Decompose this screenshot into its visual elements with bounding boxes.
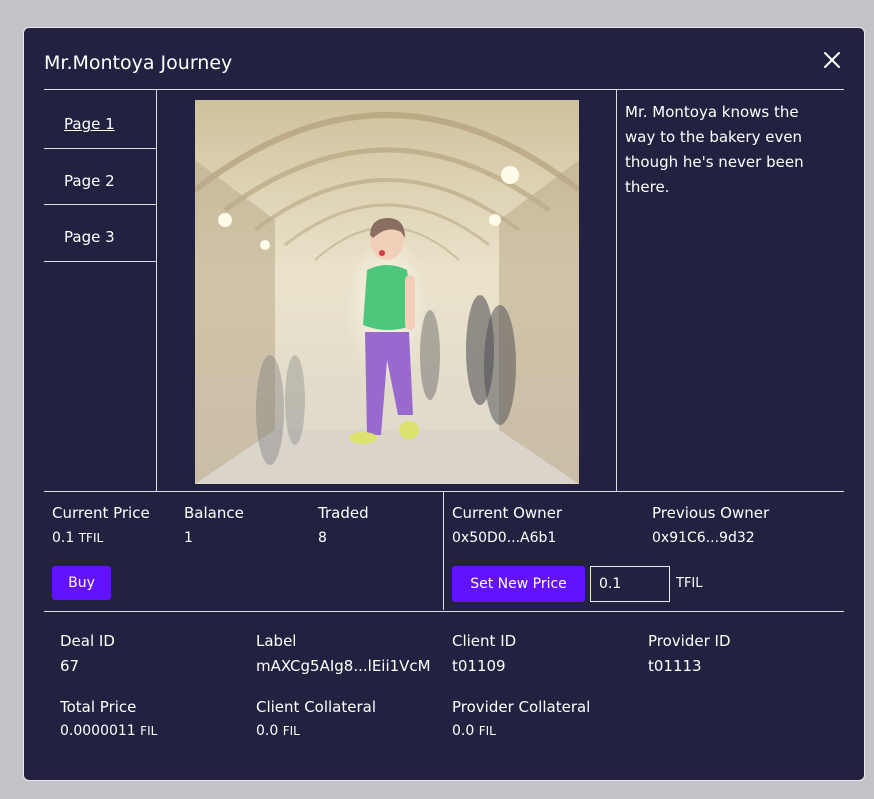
page-tab-label: Page 3 [64, 228, 115, 246]
provider-collateral-value: 0.0 FIL [452, 723, 496, 739]
tab-divider [44, 204, 156, 205]
header-divider [44, 89, 844, 90]
current-price-unit: TFIL [78, 531, 104, 545]
provider-id-label: Provider ID [648, 632, 731, 650]
nav-divider [156, 90, 157, 491]
total-price-amount: 0.0000011 [60, 723, 136, 739]
market-divider [443, 492, 444, 610]
set-new-price-button[interactable]: Set New Price [452, 566, 585, 602]
close-button[interactable] [820, 48, 844, 72]
previous-owner-value: 0x91C6...9d32 [652, 530, 755, 546]
provider-id-value: t01113 [648, 657, 702, 675]
section-divider [44, 491, 844, 492]
modal-title: Mr.Montoya Journey [44, 52, 233, 74]
deal-id-value: 67 [60, 657, 80, 675]
client-id-label: Client ID [452, 632, 517, 650]
story-image [195, 100, 579, 484]
client-collateral-value: 0.0 FIL [256, 723, 300, 739]
current-price-amount: 0.1 [52, 530, 75, 546]
tab-divider [44, 148, 156, 149]
traded-label: Traded [318, 504, 369, 522]
balance-value: 1 [184, 530, 193, 546]
page-tab-1[interactable]: Page 1 [44, 115, 156, 133]
story-text: Mr. Montoya knows the way to the bakery … [625, 103, 804, 196]
new-price-input[interactable] [590, 566, 670, 602]
current-owner-value: 0x50D0...A6b1 [452, 530, 557, 546]
current-price-label: Current Price [52, 504, 150, 522]
client-collateral-label: Client Collateral [256, 698, 377, 716]
provider-collateral-unit: FIL [478, 724, 496, 738]
previous-owner-label: Previous Owner [652, 504, 770, 522]
current-owner-label: Current Owner [452, 504, 563, 522]
nft-story-modal: Mr.Montoya Journey Page 1 Page 2 Page 3 [23, 27, 865, 781]
label-value: mAXCg5AIg8...lEii1VcM [256, 657, 431, 675]
section-divider [44, 611, 844, 612]
page-tab-3[interactable]: Page 3 [44, 228, 156, 246]
page-tab-label: Page 1 [64, 115, 115, 133]
total-price-unit: FIL [140, 724, 158, 738]
balance-label: Balance [184, 504, 244, 522]
client-collateral-unit: FIL [282, 724, 300, 738]
text-divider [616, 90, 617, 491]
provider-collateral-label: Provider Collateral [452, 698, 591, 716]
total-price-value: 0.0000011 FIL [60, 723, 157, 739]
total-price-label: Total Price [60, 698, 137, 716]
buy-button[interactable]: Buy [52, 566, 111, 600]
client-id-value: t01109 [452, 657, 506, 675]
tab-divider [44, 261, 156, 262]
close-icon [824, 52, 840, 68]
deal-id-label: Deal ID [60, 632, 115, 650]
client-collateral-amount: 0.0 [256, 723, 279, 739]
page-tab-label: Page 2 [64, 172, 115, 190]
new-price-unit: TFIL [676, 576, 703, 591]
label-label: Label [256, 632, 297, 650]
traded-value: 8 [318, 530, 327, 546]
page-tab-2[interactable]: Page 2 [44, 172, 156, 190]
provider-collateral-amount: 0.0 [452, 723, 475, 739]
current-price-value: 0.1 TFIL [52, 530, 103, 546]
